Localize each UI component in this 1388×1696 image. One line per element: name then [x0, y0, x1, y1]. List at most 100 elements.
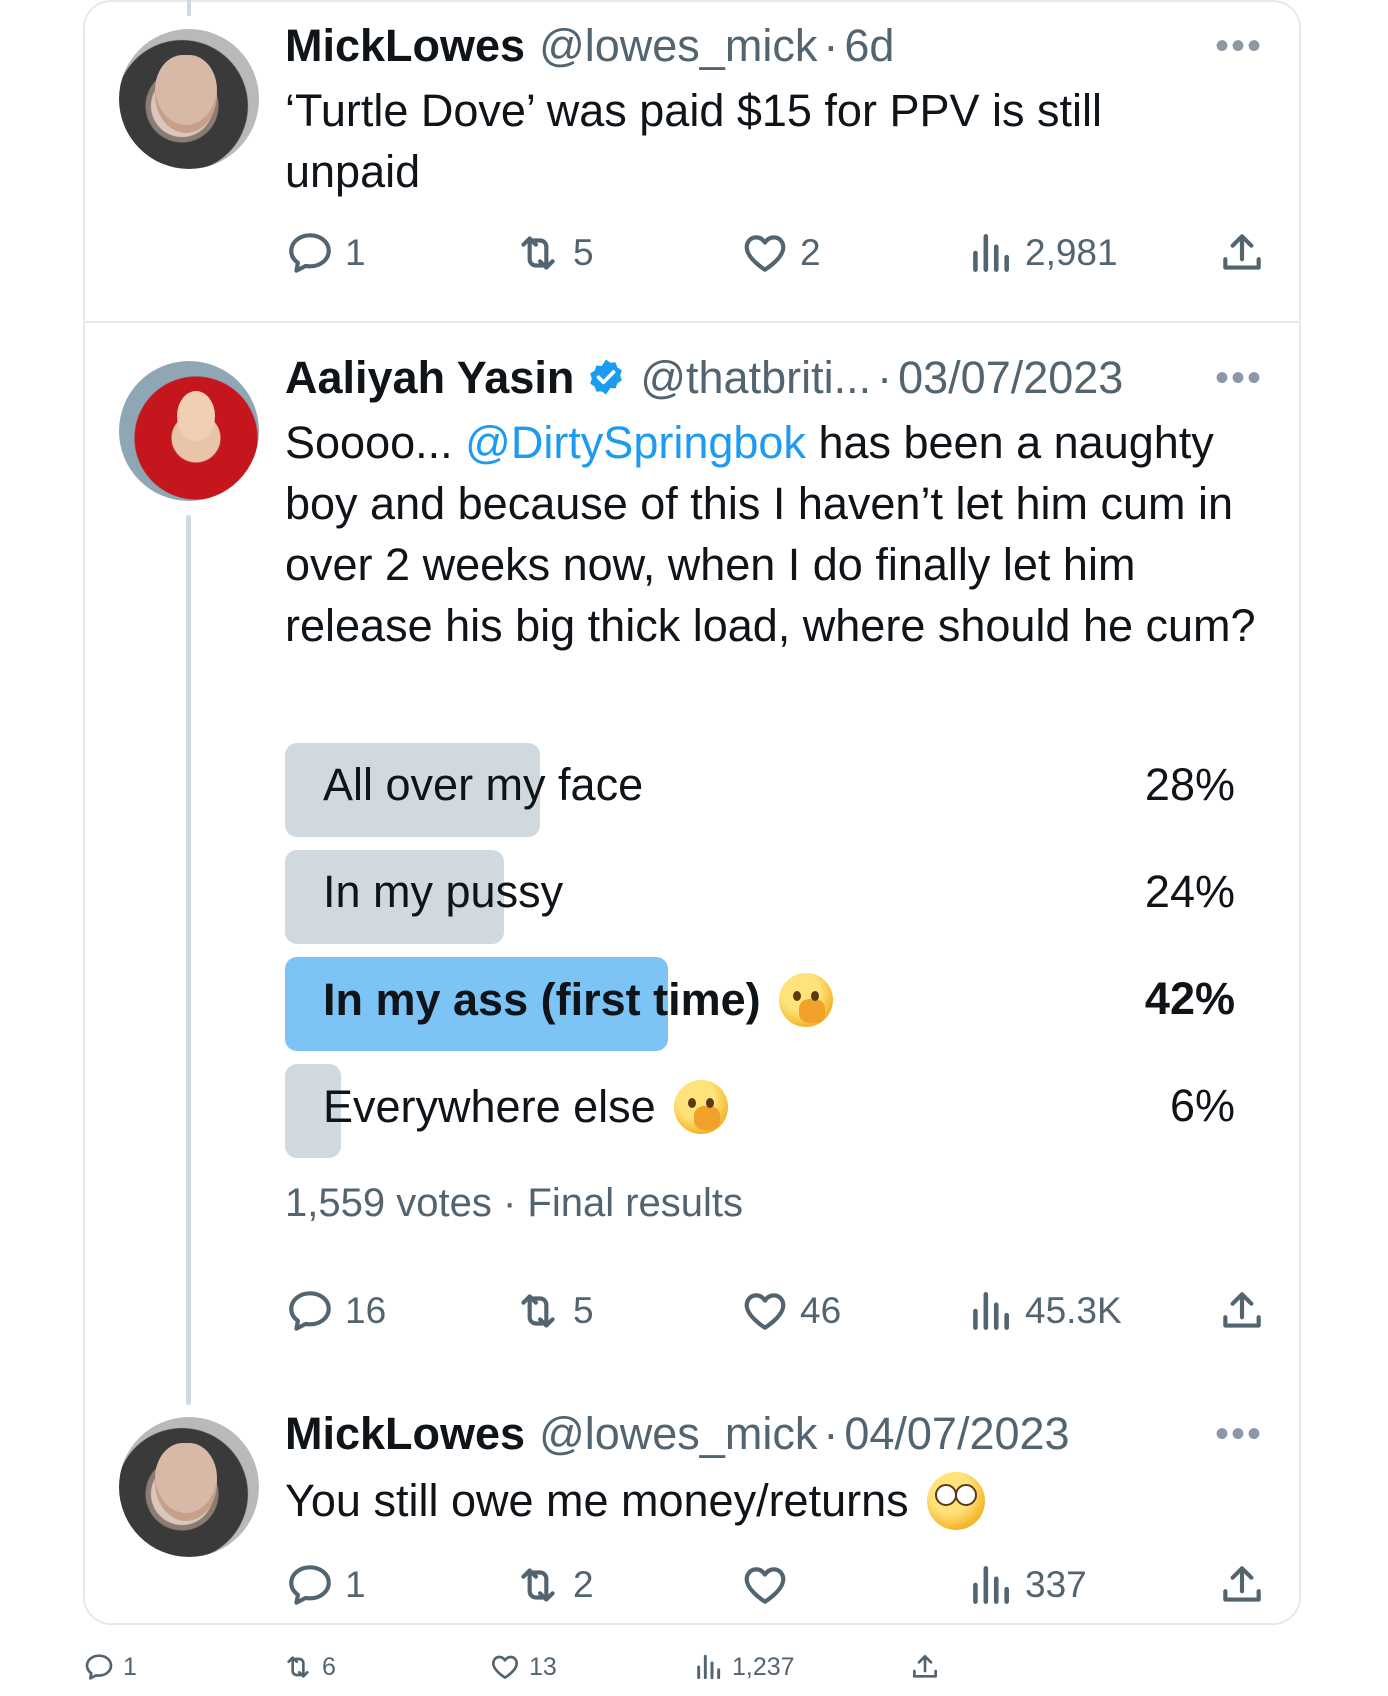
like-button[interactable]: 13	[489, 1647, 557, 1687]
view-count: 2,981	[1025, 232, 1118, 273]
poll-option: In my pussy 24%	[285, 850, 1235, 944]
share-icon	[913, 1655, 937, 1678]
separator: ·	[502, 1181, 517, 1225]
reply-button[interactable]: 1	[83, 1647, 137, 1687]
retweet-button[interactable]: 6	[282, 1647, 336, 1687]
avatar[interactable]	[119, 29, 259, 169]
poll-option: All over my face 28%	[285, 743, 1235, 837]
mention-link[interactable]: @DirtySpringbok	[465, 417, 806, 468]
heart-icon	[744, 235, 786, 272]
tweet-text: Soooo... @DirtySpringbok has been a naug…	[285, 412, 1265, 656]
reply-icon	[289, 1565, 331, 1605]
user-handle[interactable]: @lowes_mick	[539, 1408, 817, 1460]
poll-option-label: In my ass (first time)	[323, 973, 833, 1027]
poll-summary: 1,559 votes · Final results	[285, 1181, 743, 1226]
thread-connector-top	[187, 0, 191, 16]
reply-button[interactable]: 16	[285, 1286, 386, 1336]
reply-count: 1	[123, 1652, 137, 1681]
tweet-text: ‘Turtle Dove’ was paid $15 for PPV is st…	[285, 85, 1102, 197]
reply-count: 16	[345, 1290, 387, 1331]
display-name[interactable]: Aaliyah Yasin	[285, 352, 574, 404]
poll-option-percent: 28%	[1144, 759, 1235, 810]
separator: ·	[877, 352, 893, 403]
more-options-icon[interactable]: •••	[1215, 356, 1263, 401]
share-button[interactable]	[1217, 1560, 1277, 1610]
reply-icon	[289, 1291, 331, 1331]
face-with-rolling-eyes-icon	[926, 1471, 985, 1530]
views-button[interactable]: 45.3K	[965, 1286, 1122, 1336]
views-icon	[697, 1654, 721, 1680]
user-handle[interactable]: @lowes_mick	[539, 20, 817, 72]
reply-icon	[85, 1654, 113, 1680]
like-button[interactable]: 46	[740, 1286, 841, 1336]
views-button[interactable]: 337	[965, 1560, 1087, 1610]
tweet-divider	[83, 321, 1301, 323]
user-handle[interactable]: @thatbriti...	[640, 352, 871, 404]
reply-button[interactable]: 1	[285, 228, 366, 278]
share-button[interactable]	[1217, 228, 1277, 278]
reply-count: 1	[345, 232, 366, 273]
reply-icon	[289, 233, 331, 273]
poll-option: Everywhere else 6%	[285, 1064, 1235, 1158]
view-count: 45.3K	[1025, 1290, 1122, 1331]
more-options-icon[interactable]: •••	[1215, 24, 1263, 69]
heart-icon	[744, 1567, 786, 1604]
like-count: 2	[800, 232, 821, 273]
tweet-header: MickLowes @lowes_mick · 04/07/2023	[285, 1408, 1070, 1460]
avatar[interactable]	[119, 1417, 259, 1557]
retweet-icon	[521, 1568, 555, 1602]
outer-tweet-actions: 1 6 13 1,237	[0, 1647, 1388, 1687]
separator: ·	[823, 20, 839, 71]
heart-icon	[744, 1293, 786, 1330]
poll-option-percent: 24%	[1144, 866, 1235, 917]
vote-count: 1,559 votes	[285, 1181, 492, 1225]
retweet-button[interactable]: 5	[513, 1286, 594, 1336]
display-name[interactable]: MickLowes	[285, 1408, 525, 1460]
views-button[interactable]: 2,981	[965, 228, 1118, 278]
tweet-text-part: You still owe me money/returns	[285, 1475, 909, 1526]
tweet-actions: 16 5 46 45.3K	[285, 1286, 1285, 1336]
timestamp[interactable]: 04/07/2023	[844, 1408, 1069, 1460]
tweet-text: You still owe me money/returns	[285, 1470, 1285, 1531]
poll-status: Final results	[527, 1181, 744, 1225]
retweet-icon	[521, 1294, 555, 1328]
verified-badge-icon	[590, 359, 623, 395]
retweet-count: 6	[322, 1652, 336, 1681]
poll-option-percent: 6%	[1169, 1080, 1235, 1131]
poll-option-label: In my pussy	[323, 866, 564, 917]
retweet-icon	[287, 1656, 309, 1678]
face-with-hand-over-mouth-icon	[778, 973, 833, 1027]
retweet-button[interactable]: 5	[513, 228, 594, 278]
views-icon	[973, 1292, 1009, 1330]
share-icon	[1223, 1566, 1261, 1602]
timestamp[interactable]: 6d	[844, 20, 894, 72]
avatar[interactable]	[119, 361, 259, 501]
like-count: 46	[800, 1290, 842, 1331]
tweet-text-part: Soooo...	[285, 417, 466, 468]
face-with-hand-over-mouth-icon	[673, 1080, 728, 1134]
tweet-actions: 1 5 2 2,981	[285, 228, 1285, 278]
display-name[interactable]: MickLowes	[285, 20, 525, 72]
like-count: 13	[529, 1652, 557, 1681]
timestamp[interactable]: 03/07/2023	[898, 352, 1123, 404]
tweet-header: Aaliyah Yasin @thatbriti... · 03/07/2023	[285, 352, 1123, 404]
more-options-icon[interactable]: •••	[1215, 1412, 1263, 1457]
poll-option-winner: In my ass (first time) 42%	[285, 957, 1235, 1051]
views-button[interactable]: 1,237	[692, 1647, 795, 1687]
thread-connector	[186, 515, 191, 1405]
view-count: 1,237	[732, 1652, 795, 1681]
share-icon	[1223, 234, 1261, 270]
like-button[interactable]	[740, 1560, 800, 1610]
retweet-icon	[521, 236, 555, 270]
like-button[interactable]: 2	[740, 228, 821, 278]
retweet-count: 2	[573, 1564, 594, 1605]
share-button[interactable]	[1217, 1286, 1277, 1336]
retweet-button[interactable]: 2	[513, 1560, 594, 1610]
share-button[interactable]	[909, 1647, 949, 1687]
view-count: 337	[1025, 1564, 1087, 1605]
retweet-count: 5	[573, 1290, 594, 1331]
reply-button[interactable]: 1	[285, 1560, 366, 1610]
tweet-actions: 1 2 337	[285, 1560, 1285, 1610]
poll-option-percent: 42%	[1144, 973, 1235, 1024]
retweet-count: 5	[573, 232, 594, 273]
